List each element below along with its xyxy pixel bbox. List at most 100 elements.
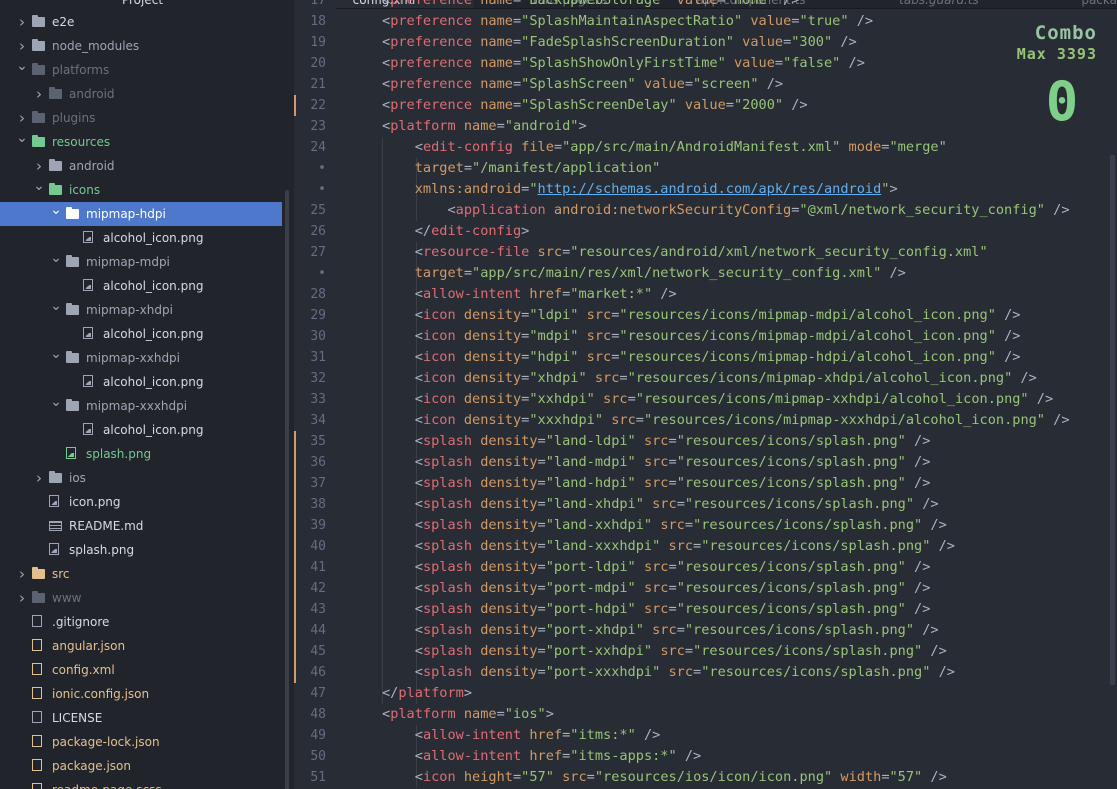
tree-folder[interactable]: ⌄ mipmap-mdpi [0, 250, 282, 274]
tree-folder[interactable]: ⌄ platforms [0, 58, 282, 82]
tree-folder[interactable]: ⌄ mipmap-xhdpi [0, 298, 282, 322]
chevron-right-icon[interactable]: › [16, 586, 28, 610]
code-line[interactable]: <icon height="57" src="resources/ios/ico… [382, 767, 947, 788]
chevron-right-icon[interactable]: › [33, 466, 45, 490]
chevron-right-icon[interactable]: › [33, 82, 45, 106]
tree-folder[interactable]: ⌄ mipmap-hdpi [0, 202, 282, 226]
code-line[interactable]: </edit-config> [382, 221, 530, 242]
code-token: > [463, 685, 473, 701]
tree-file[interactable]: package-lock.json [0, 730, 282, 754]
code-token: "mdpi" [529, 328, 579, 344]
code-token: density [480, 475, 538, 491]
code-line[interactable]: <splash density="port-hdpi" src="resourc… [382, 599, 931, 620]
code-token: = [496, 706, 505, 722]
code-line[interactable]: <icon density="xxxhdpi" src="resources/i… [382, 410, 1070, 431]
editor-scrollbar[interactable] [1110, 155, 1115, 685]
code-line[interactable]: <resource-file src="resources/android/xm… [382, 242, 988, 263]
tree-folder[interactable]: › ios [0, 466, 282, 490]
tree-file[interactable]: .gitignore [0, 610, 282, 634]
code-line[interactable]: <splash density="land-mdpi" src="resourc… [382, 452, 931, 473]
code-line[interactable]: <allow-intent href="itms:*" /> [382, 725, 661, 746]
chevron-down-icon[interactable]: ⌄ [16, 126, 28, 150]
code-line[interactable]: <icon density="mdpi" src="resources/icon… [382, 326, 1021, 347]
chevron-down-icon[interactable]: ⌄ [16, 54, 28, 78]
tree-file[interactable]: ionic.config.json [0, 682, 282, 706]
tree-folder[interactable]: › node_modules [0, 34, 282, 58]
tree-file[interactable]: alcohol_icon.png [0, 370, 282, 394]
chevron-down-icon[interactable]: ⌄ [50, 390, 62, 414]
code-token: density [480, 496, 538, 512]
code-line[interactable]: <splash density="port-xxxhdpi" src="reso… [382, 662, 955, 683]
chevron-down-icon[interactable]: ⌄ [33, 174, 45, 198]
tree-folder[interactable]: ⌄ mipmap-xxxhdpi [0, 394, 282, 418]
code-token: = [512, 13, 522, 29]
code-line[interactable]: <preference name="SplashScreenDelay" val… [382, 95, 808, 116]
code-line[interactable]: target="/manifest/application" [382, 158, 661, 179]
code-line[interactable]: <allow-intent href="itms-apps:*" /> [382, 746, 702, 767]
tree-file[interactable]: README.md [0, 514, 282, 538]
tree-file[interactable]: package.json [0, 754, 282, 778]
code-line[interactable]: <splash density="port-xxhdpi" src="resou… [382, 641, 947, 662]
tree-item-label: icons [69, 183, 101, 197]
tree-file[interactable]: icon.png [0, 490, 282, 514]
chevron-right-icon[interactable]: › [16, 562, 28, 586]
tree-folder[interactable]: ⌄ mipmap-xxhdpi [0, 346, 282, 370]
code-line[interactable]: <preference name="FadeSplashScreenDurati… [382, 32, 857, 53]
code-line[interactable]: <splash density="port-xhdpi" src="resour… [382, 620, 939, 641]
tree-folder[interactable]: ⌄ resources [0, 130, 282, 154]
code-line[interactable]: <splash density="port-ldpi" src="resourc… [382, 557, 931, 578]
code-line[interactable]: <preference name="SplashScreen" value="s… [382, 74, 783, 95]
code-line[interactable]: <application android:networkSecurityConf… [382, 200, 1069, 221]
tree-file[interactable]: alcohol_icon.png [0, 322, 282, 346]
code-line[interactable]: <preference name="BackupWebStorage" valu… [382, 0, 799, 11]
code-token: < [414, 328, 423, 344]
code-line[interactable]: <platform name="ios"> [382, 704, 554, 725]
tree-file[interactable]: readme-page.scss [0, 778, 282, 789]
code-line[interactable]: xmlns:android="http://schemas.android.co… [382, 179, 898, 200]
tree-file[interactable]: alcohol_icon.png [0, 226, 282, 250]
tree-file[interactable]: splash.png [0, 538, 282, 562]
code-line[interactable]: <splash density="land-hdpi" src="resourc… [382, 473, 931, 494]
code-line[interactable]: <platform name="android"> [382, 116, 587, 137]
tree-file[interactable]: LICENSE [0, 706, 282, 730]
tree-folder[interactable]: › android [0, 82, 282, 106]
folder-icon [32, 591, 45, 603]
code-line[interactable]: <icon density="ldpi" src="resources/icon… [382, 305, 1021, 326]
code-line[interactable]: <icon density="hdpi" src="resources/icon… [382, 347, 1021, 368]
code-line[interactable]: <icon density="xhdpi" src="resources/ico… [382, 368, 1037, 389]
code-line[interactable]: <splash density="land-xxhdpi" src="resou… [382, 515, 947, 536]
code-line[interactable]: <preference name="SplashShowOnlyFirstTim… [382, 53, 865, 74]
code-line[interactable]: target="app/src/main/res/xml/network_sec… [382, 263, 906, 284]
code-editor[interactable]: <preference name="BackupWebStorage" valu… [344, 0, 1117, 789]
chevron-right-icon[interactable]: › [16, 10, 28, 34]
tree-file[interactable]: angular.json [0, 634, 282, 658]
tree-folder[interactable]: › www [0, 586, 282, 610]
tree-folder[interactable]: › src [0, 562, 282, 586]
code-line[interactable]: <splash density="land-xhdpi" src="resour… [382, 494, 939, 515]
code-line[interactable]: <splash density="land-ldpi" src="resourc… [382, 431, 931, 452]
tree-folder[interactable]: › e2e [0, 10, 282, 34]
tree-folder[interactable]: › plugins [0, 106, 282, 130]
chevron-down-icon[interactable]: ⌄ [50, 198, 62, 222]
chevron-down-icon[interactable]: ⌄ [50, 246, 62, 270]
tree-file[interactable]: splash.png [0, 442, 282, 466]
tree-file[interactable]: alcohol_icon.png [0, 418, 282, 442]
tree-file[interactable]: config.xml [0, 658, 282, 682]
code-line[interactable]: <splash density="port-mdpi" src="resourc… [382, 578, 931, 599]
tree-folder[interactable]: ⌄ icons [0, 178, 282, 202]
code-token: = [537, 517, 546, 533]
code-token: /> [905, 559, 931, 575]
code-line[interactable]: <splash density="land-xxxhdpi" src="reso… [382, 536, 955, 557]
tree-file[interactable]: alcohol_icon.png [0, 274, 282, 298]
code-line[interactable]: <edit-config file="app/src/main/AndroidM… [382, 137, 947, 158]
code-line[interactable]: <icon density="xxhdpi" src="resources/ic… [382, 389, 1053, 410]
code-line[interactable]: <allow-intent href="market:*" /> [382, 284, 677, 305]
chevron-down-icon[interactable]: ⌄ [50, 294, 62, 318]
code-line[interactable]: </platform> [382, 683, 472, 704]
code-token: src [643, 559, 669, 575]
modified-line-marker [294, 431, 296, 683]
chevron-down-icon[interactable]: ⌄ [50, 342, 62, 366]
sidebar-scrollbar[interactable] [285, 190, 289, 789]
code-line[interactable]: <preference name="SplashMaintainAspectRa… [382, 11, 873, 32]
